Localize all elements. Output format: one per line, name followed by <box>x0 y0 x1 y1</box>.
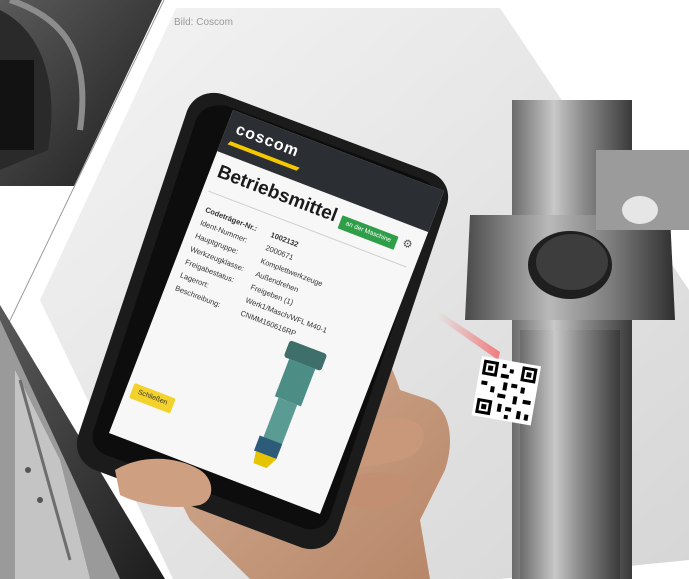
image-credit: Bild: Coscom <box>174 17 233 28</box>
settings-icon[interactable]: ⚙ <box>401 236 415 252</box>
close-button[interactable]: Schließen <box>128 382 176 414</box>
qr-code-icon <box>471 356 542 426</box>
